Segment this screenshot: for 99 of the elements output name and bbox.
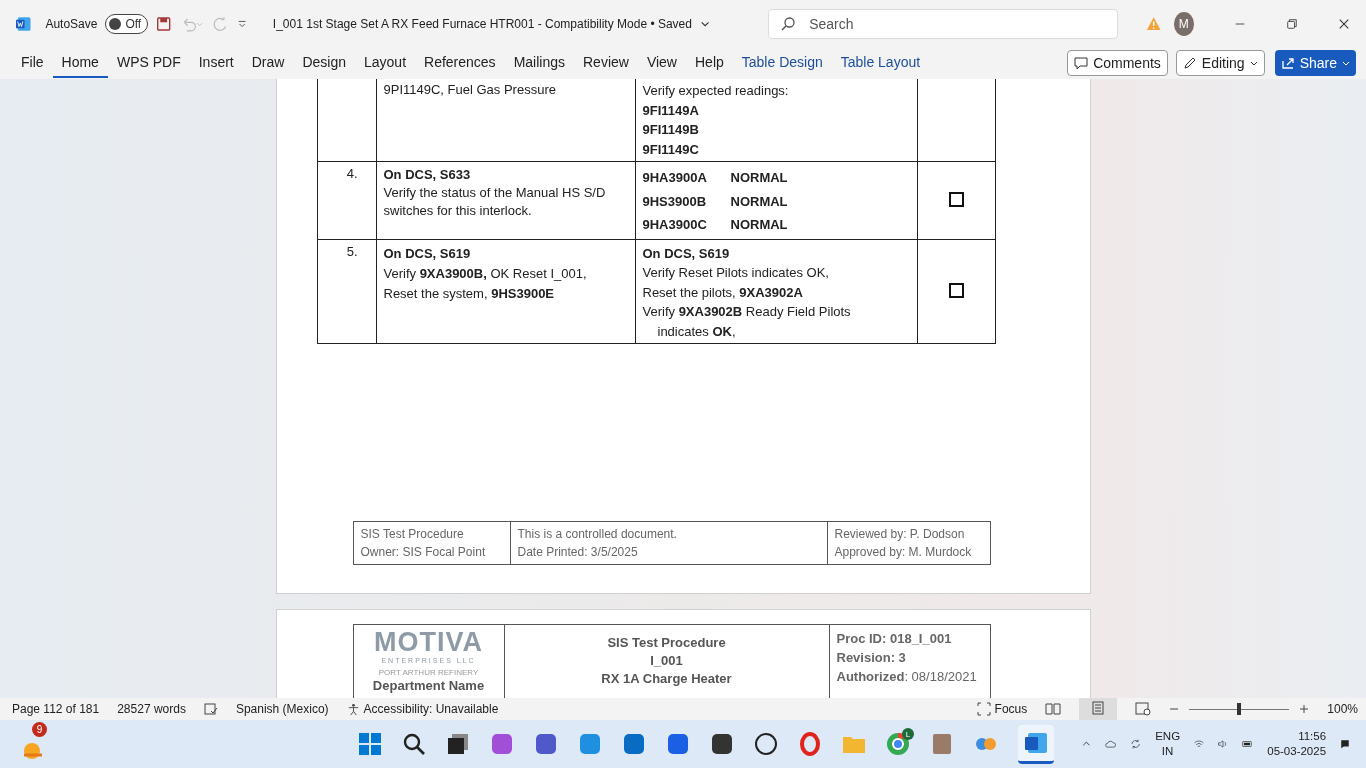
web-layout-icon[interactable] [1135,702,1152,716]
autosave-toggle[interactable]: Off [105,13,149,34]
ribbon-tab[interactable]: View [637,48,686,78]
page-count[interactable]: Page 112 of 181 [12,702,100,716]
expected-text: Verify expected readings: [642,82,790,100]
plus-icon [1299,704,1310,714]
search-field[interactable]: Search [768,8,1119,39]
header-text: RX 1A Charge Heater [600,670,733,688]
ribbon-tab[interactable]: Draw [242,48,294,78]
ribbon-tab[interactable]: WPS PDF [107,48,190,78]
footer-text: Date Printed: 3/5/2025 [517,544,639,561]
input-language[interactable]: ENG IN [1155,729,1181,759]
zoom-in-button[interactable] [1299,704,1310,714]
header-text: Authorized: 08/18/2021 [836,668,977,686]
opera-icon[interactable] [798,732,822,756]
search-icon[interactable] [402,732,426,756]
chrome-icon[interactable] [886,732,910,756]
footer-text: Approved by: M. Murdock [834,544,972,561]
app-icon[interactable] [666,732,690,756]
comment-icon [1074,56,1089,70]
company-logo: MOTIVA [374,629,483,656]
status-text: NORMAL [730,192,788,211]
word-icon[interactable] [1024,730,1048,755]
app-icon[interactable] [710,732,734,756]
ribbon-tab[interactable]: Review [574,48,638,78]
print-layout-icon[interactable] [1091,700,1106,715]
user-avatar[interactable]: M [1173,11,1195,36]
tag-text: 9HA3900A [642,169,708,187]
speaker-icon[interactable] [1218,737,1228,751]
read-mode-icon[interactable] [1045,702,1062,716]
expected-text: 9FI1149A [642,101,700,120]
footer-text: Owner: SIS Focal Point [360,544,487,561]
action-text: On DCS, S633 [383,166,472,184]
expected-text: indicates OK, [656,322,737,341]
share-button[interactable]: Share [1274,50,1356,76]
notification-badge: 9 [32,722,47,737]
app-icon[interactable] [534,732,558,756]
pencil-icon [1182,56,1197,70]
app-icon[interactable] [622,732,646,756]
footer-text: Reviewed by: P. Dodson [834,526,966,543]
profile-badge: L [902,728,914,740]
expected-text: 9FI1149C [642,140,700,159]
checkbox[interactable] [948,192,964,208]
start-icon[interactable] [358,732,382,756]
refinery-text: PORT ARTHUR REFINERY [378,668,479,678]
document-title[interactable]: I_001 1st Stage Set A RX Feed Furnace HTR001 - Compatibility Mode • Saved [272,16,692,31]
focus-icon [976,702,991,716]
share-icon [1280,56,1295,70]
header-text: Revision: 3 [836,649,907,667]
expected-text: Reset the pilots, 9XA3902A [642,283,804,302]
header-text: Proc ID: 018_I_001 [836,630,953,648]
header-text: SIS Test Procedure [606,634,727,652]
ribbon-tab[interactable]: Mailings [504,48,574,78]
action-text: Verify the status of the Manual HS S/D switches for this interlock. [383,184,607,220]
caret-icon [1249,59,1258,67]
ribbon-tab[interactable]: File [12,48,53,78]
expected-text: 9FI1149B [642,121,700,139]
clock[interactable]: 11:56 05-03-2025 [1267,729,1327,759]
status-text: NORMAL [730,216,788,234]
language[interactable]: Spanish (Mexico) [235,702,329,716]
ribbon-tab[interactable]: Insert [189,48,243,78]
action-text: Reset the system, 9HS3900E [383,284,556,303]
header-text: I_001 [649,652,684,670]
footer-text: This is a controlled document. [517,526,678,543]
proofing-icon[interactable] [203,702,218,716]
ribbon-tab[interactable]: Layout [355,48,416,78]
tag-text: 9HS3900B [642,192,708,211]
step-number: 5. [346,243,358,259]
department-text: Department Name [372,678,485,693]
expected-text: On DCS, S619 [642,244,731,263]
checkbox[interactable] [948,283,964,299]
status-text: NORMAL [730,169,788,187]
focus-button[interactable]: Focus [976,702,1028,716]
action-text: Verify 9XA3900B, OK Reset I_001, [383,264,588,283]
task-view-icon[interactable] [446,732,470,756]
save-icon[interactable] [156,14,172,33]
comments-button[interactable]: Comments [1067,50,1168,76]
maximize-icon[interactable] [1286,16,1298,31]
caret-icon [1342,59,1350,67]
ribbon-tab[interactable]: Design [293,48,355,78]
editing-button[interactable]: Editing [1175,50,1265,76]
word-logo-icon [16,14,32,33]
expected-text: Verify Reset Pilots indicates OK, [642,264,830,282]
ribbon-tab[interactable]: Table Layout [831,48,930,78]
action-text: 9PI1149C, Fuel Gas Pressure [383,81,557,99]
action-text: On DCS, S619 [383,244,472,263]
step-number: 4. [346,166,358,181]
word-count[interactable]: 28527 words [117,702,186,716]
ribbon-tab[interactable]: Help [686,48,733,78]
zoom-level[interactable]: 100% [1327,702,1358,716]
search-icon [780,15,797,32]
accessibility-status[interactable]: Accessibility: Unavailable [346,702,499,716]
ribbon-tab[interactable]: Table Design [732,48,832,78]
tag-text: 9HA3900C [642,216,708,234]
expected-text: Verify 9XA3902B Ready Field Pilots [642,303,852,321]
autosave-label: AutoSave [45,16,98,31]
accessibility-icon [346,702,360,716]
footer-text: SIS Test Procedure [360,526,465,543]
ribbon-tab[interactable]: References [415,48,505,78]
